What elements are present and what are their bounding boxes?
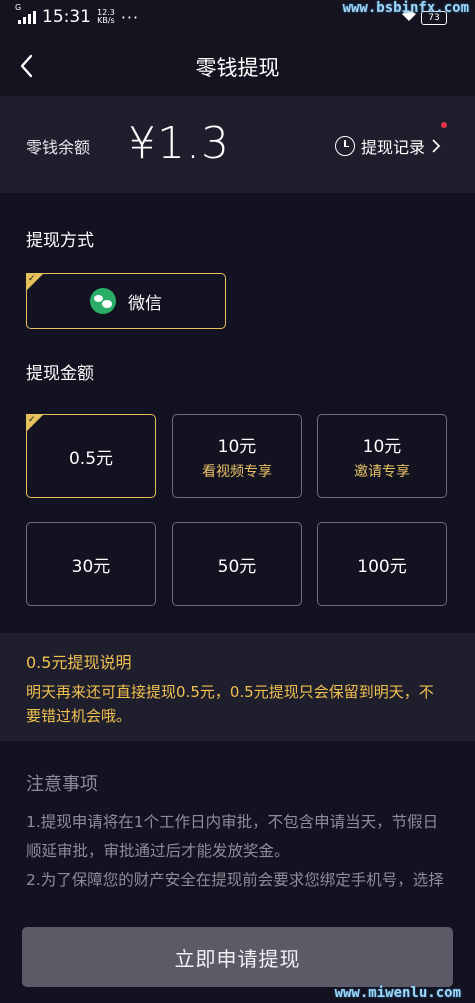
selected-check-icon: ✓ — [26, 273, 44, 291]
amount-label: 提现金额 — [26, 364, 94, 384]
amount-value: 10元 — [362, 436, 402, 457]
apply-withdraw-button[interactable]: 立即申请提现 — [22, 927, 453, 987]
signal-label: G — [15, 3, 22, 12]
amount-option-0-5[interactable]: ✓ 0.5元 — [26, 414, 156, 498]
amount-value: 10元 — [217, 436, 257, 457]
selected-check-icon: ✓ — [26, 414, 44, 432]
explanation-title: 0.5元提现说明 — [26, 653, 132, 672]
explanation-panel: 0.5元提现说明 明天再来还可直接提现0.5元，0.5元提现只会保留到明天，不要… — [0, 633, 475, 741]
wechat-icon — [90, 288, 116, 314]
network-speed: 12.3 KB/s — [97, 9, 115, 25]
amount-value: 50元 — [217, 556, 257, 577]
note-item: 1.提现申请将在1个工作日内审批，不包含申请当天，节假日顺延审批，审批通过后才能… — [26, 813, 439, 860]
clock-icon — [334, 136, 355, 156]
balance-panel: 零钱余额 ¥1.3 提现记录 — [0, 96, 475, 193]
chevron-right-icon — [432, 139, 441, 153]
method-label: 提现方式 — [26, 231, 94, 251]
status-time: 15:31 — [42, 7, 91, 27]
amount-option-50[interactable]: 50元 — [172, 522, 302, 606]
balance-value: ¥1.3 — [128, 118, 230, 169]
page-title: 零钱提现 — [195, 56, 280, 80]
amount-value: 0.5元 — [68, 448, 114, 469]
status-left: G 15:31 12.3 KB/s ··· — [15, 3, 140, 27]
wechat-method-option[interactable]: ✓ 微信 — [26, 273, 226, 329]
status-bar: G 15:31 12.3 KB/s ··· 73 www.bsbinfx.com — [0, 0, 475, 36]
withdraw-records-link[interactable]: 提现记录 — [334, 134, 441, 158]
balance-label: 零钱余额 — [26, 138, 91, 157]
wechat-label: 微信 — [128, 293, 162, 314]
overflow-dots: ··· — [120, 7, 140, 27]
amount-note: 邀请专享 — [354, 463, 410, 480]
amount-option-10-invite[interactable]: 10元 邀请专享 — [317, 414, 447, 498]
signal-icon: G — [15, 3, 36, 24]
explanation-body: 明天再来还可直接提现0.5元，0.5元提现只会保留到明天，不要错过机会哦。 — [26, 683, 434, 725]
speed-unit: KB/s — [97, 16, 115, 25]
watermark-bottom: www.miwenlu.com — [334, 985, 461, 1001]
amount-value: 30元 — [71, 556, 111, 577]
watermark-top: www.bsbinfx.com — [342, 0, 469, 16]
records-label: 提现记录 — [360, 138, 425, 157]
amount-option-100[interactable]: 100元 — [317, 522, 447, 606]
amount-option-30[interactable]: 30元 — [26, 522, 156, 606]
amount-value: 100元 — [357, 556, 407, 577]
nav-bar: 零钱提现 — [0, 36, 475, 96]
notification-dot — [441, 122, 447, 128]
notes-title: 注意事项 — [26, 774, 98, 795]
amount-option-10-video[interactable]: 10元 看视频专享 — [172, 414, 302, 498]
amount-note: 看视频专享 — [202, 463, 272, 480]
